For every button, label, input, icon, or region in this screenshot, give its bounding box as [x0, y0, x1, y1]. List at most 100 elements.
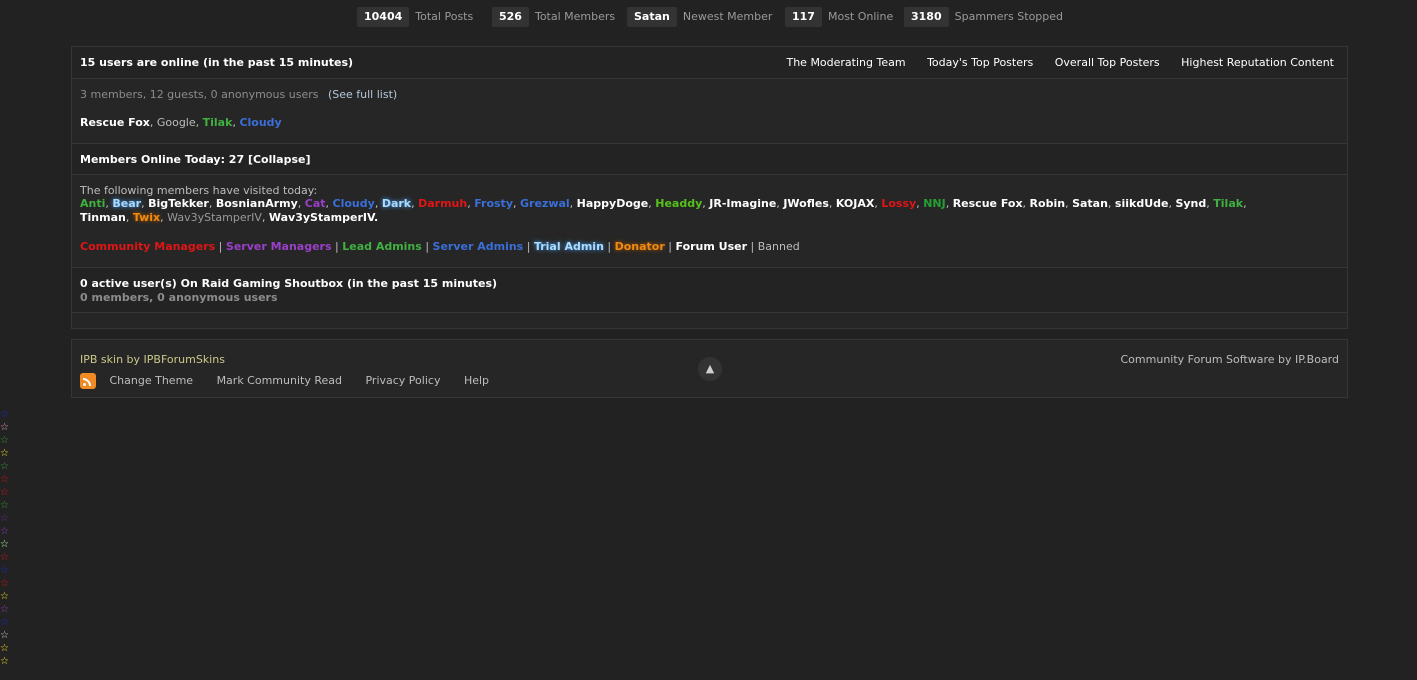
- today-member-link[interactable]: Cloudy: [333, 197, 375, 210]
- stat-most-online: 117 Most Online: [785, 7, 893, 27]
- today-member-link[interactable]: Rescue Fox: [953, 197, 1023, 210]
- today-member-link[interactable]: Anti: [80, 197, 105, 210]
- online-title: 15 users are online (in the past 15 minu…: [80, 56, 354, 69]
- today-member-link[interactable]: Darmuh: [418, 197, 467, 210]
- group-legend-item[interactable]: Server Admins: [433, 240, 524, 253]
- today-header: Members Online Today: 27 [Collapse]: [72, 143, 1347, 174]
- shoutbox-summary: 0 members, 0 anonymous users: [80, 291, 278, 304]
- moderating-team-link[interactable]: The Moderating Team: [786, 56, 905, 69]
- see-full-list-link[interactable]: (See full list): [328, 88, 397, 101]
- shoutbox-title: 0 active user(s) On Raid Gaming Shoutbox…: [80, 277, 498, 290]
- today-member-link[interactable]: siikdUde: [1115, 197, 1169, 210]
- footer: IPB skin by IPBForumSkins Community Foru…: [71, 339, 1348, 398]
- stat-total-posts: 10404 Total Posts: [357, 7, 473, 27]
- today-member-link[interactable]: Lossy: [881, 197, 916, 210]
- group-legend-item[interactable]: Donator: [615, 240, 665, 253]
- star-icon: ☆: [0, 513, 9, 524]
- today-member-link[interactable]: Grezwal: [520, 197, 570, 210]
- separator: |: [664, 240, 676, 253]
- stat-label: Spammers Stopped: [954, 10, 1064, 23]
- rss-icon[interactable]: [80, 373, 96, 389]
- group-legend-item[interactable]: Community Managers: [80, 240, 215, 253]
- online-links: The Moderating Team Today's Top Posters …: [768, 56, 1334, 69]
- star-icon: ☆: [0, 604, 9, 615]
- today-member-link[interactable]: Frosty: [474, 197, 513, 210]
- group-legend-item[interactable]: Forum User: [676, 240, 748, 253]
- shoutbox-section: 0 active user(s) On Raid Gaming Shoutbox…: [72, 267, 1347, 312]
- group-legend-item[interactable]: Banned: [758, 240, 800, 253]
- separator: ,: [1243, 197, 1247, 210]
- today-member-link[interactable]: Wav3yStamperIV.: [269, 211, 378, 224]
- today-member-link[interactable]: Tilak: [1213, 197, 1243, 210]
- online-user-link[interactable]: Google: [157, 116, 196, 129]
- star-icon: ☆: [0, 461, 9, 472]
- separator: ,: [569, 197, 577, 210]
- star-icon: ☆: [0, 591, 9, 602]
- today-member-link[interactable]: Twix: [133, 211, 160, 224]
- arrow-up-icon[interactable]: ▲: [698, 357, 722, 381]
- separator: ,: [513, 197, 520, 210]
- highest-reputation-link[interactable]: Highest Reputation Content: [1181, 56, 1334, 69]
- separator: |: [215, 240, 226, 253]
- today-title[interactable]: Members Online Today: 27 [Collapse]: [80, 153, 310, 166]
- stat-newest-member[interactable]: Satan Newest Member: [627, 7, 772, 27]
- today-member-link[interactable]: HappyDoge: [577, 197, 649, 210]
- separator: ,: [1107, 197, 1115, 210]
- star-icon: ☆: [0, 630, 9, 641]
- copyright[interactable]: Community Forum Software by IP.Board: [1121, 353, 1340, 366]
- today-member-link[interactable]: Tinman: [80, 211, 126, 224]
- today-member-link[interactable]: BosnianArmy: [216, 197, 298, 210]
- today-member-link[interactable]: Wav3yStamperIV: [167, 211, 262, 224]
- stat-value: 3180: [904, 7, 949, 27]
- separator: ,: [1022, 197, 1030, 210]
- stats-bar: 10404 Total Posts 526 Total Members Satan N…: [0, 7, 1417, 27]
- separator: ,: [1065, 197, 1073, 210]
- today-member-link[interactable]: Headdy: [655, 197, 702, 210]
- group-legend-item[interactable]: Lead Admins: [342, 240, 422, 253]
- today-member-link[interactable]: BigTekker: [148, 197, 209, 210]
- today-member-link[interactable]: NNJ: [923, 197, 946, 210]
- online-users-box: 15 users are online (in the past 15 minu…: [71, 46, 1348, 329]
- stat-value: 526: [492, 7, 529, 27]
- stat-label: Most Online: [827, 10, 894, 23]
- group-legend-item[interactable]: Server Managers: [226, 240, 332, 253]
- privacy-policy-link[interactable]: Privacy Policy: [365, 374, 440, 387]
- separator: ,: [125, 211, 133, 224]
- star-icon: ☆: [0, 474, 9, 485]
- today-member-link[interactable]: JR-Imagine: [709, 197, 776, 210]
- star-icon: ☆: [0, 435, 9, 446]
- online-user-link[interactable]: Rescue Fox: [80, 116, 150, 129]
- stat-label: Total Members: [534, 10, 616, 23]
- today-member-link[interactable]: Dark: [382, 197, 411, 210]
- separator: |: [331, 240, 343, 253]
- separator: ,: [208, 197, 216, 210]
- stat-label: Total Posts: [415, 10, 474, 23]
- overall-top-posters-link[interactable]: Overall Top Posters: [1055, 56, 1160, 69]
- today-member-link[interactable]: Cat: [305, 197, 326, 210]
- help-link[interactable]: Help: [464, 374, 489, 387]
- online-summary: 3 members, 12 guests, 0 anonymous users: [80, 88, 319, 101]
- online-user-link[interactable]: Tilak: [203, 116, 233, 129]
- today-member-link[interactable]: Bear: [112, 197, 141, 210]
- stat-value: 117: [785, 7, 822, 27]
- group-legend-item[interactable]: Trial Admin: [534, 240, 604, 253]
- skin-credit[interactable]: IPB skin by IPBForumSkins: [80, 353, 225, 366]
- stat-value: 10404: [357, 7, 410, 27]
- stat-total-members: 526 Total Members: [492, 7, 615, 27]
- box-bottom-bar: [72, 312, 1347, 328]
- today-member-link[interactable]: KOJAX: [836, 197, 874, 210]
- mark-community-read-link[interactable]: Mark Community Read: [217, 374, 342, 387]
- separator: |: [747, 240, 758, 253]
- today-member-link[interactable]: JWofles: [783, 197, 829, 210]
- separator: ,: [828, 197, 836, 210]
- online-user-link[interactable]: Cloudy: [239, 116, 281, 129]
- stat-value[interactable]: Satan: [627, 7, 677, 27]
- change-theme-link[interactable]: Change Theme: [110, 374, 194, 387]
- online-user-list: Rescue Fox, Google, Tilak, Cloudy: [80, 116, 282, 129]
- todays-top-posters-link[interactable]: Today's Top Posters: [927, 56, 1033, 69]
- star-icon: ☆: [0, 500, 9, 511]
- separator: |: [421, 240, 433, 253]
- today-member-link[interactable]: Robin: [1030, 197, 1066, 210]
- today-member-link[interactable]: Synd: [1175, 197, 1206, 210]
- today-member-link[interactable]: Satan: [1072, 197, 1108, 210]
